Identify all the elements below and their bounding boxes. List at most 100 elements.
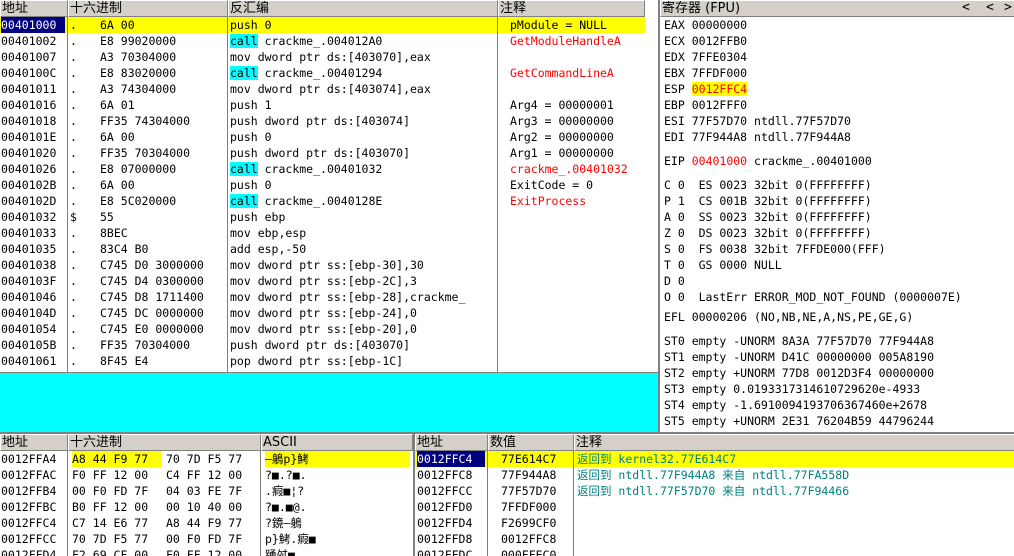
disasm-row[interactable]: 00401046. C745 D8 1711400 mov dword ptr ss… <box>0 289 645 305</box>
disasm-marker: . <box>70 114 77 128</box>
disasm-row[interactable]: 00401035. 83C4 B0 add esp,-50 <box>0 241 645 257</box>
flag-row[interactable]: C 0 ES 0023 32bit 0(FFFFFFFF) <box>664 177 872 193</box>
dump-col-header-hex[interactable]: 十六进制 <box>68 434 261 451</box>
col-header-address[interactable]: 地址 <box>0 0 68 17</box>
stack-row[interactable]: 0012FFCC 77F57D70 返回到 ntdll.77F57D70 来自 nt… <box>415 483 1014 499</box>
register-eax[interactable]: EAX 00000000 <box>664 17 754 33</box>
stack-row[interactable]: 0012FFD4 F2699CF0 <box>415 515 1014 531</box>
register-value[interactable]: 77F944A8 <box>692 130 747 144</box>
fpu-register-row[interactable]: ST1 empty -UNORM D41C 00000000 005A8190 <box>664 349 934 365</box>
disasm-row[interactable]: 00401002. E8 99020000 call crackme_.004012… <box>0 33 645 49</box>
dump-row[interactable]: 0012FFAC F0 FF 12 00 C4 FF 12 00 ?■.?■. <box>0 467 413 483</box>
cpu-disasm-pane[interactable]: 地址 十六进制 反汇编 注释 00401000. 6A 00 push 0 pModu… <box>0 0 645 372</box>
flag-row[interactable]: O 0 LastErr ERROR_MOD_NOT_FOUND (0000007… <box>664 289 962 305</box>
dump-row[interactable]: 0012FFCC 70 7D F5 77 00 F0 FD 7F p}鮳.瘕■ <box>0 531 413 547</box>
stack-col-header-comment[interactable]: 注释 <box>574 434 1014 451</box>
disasm-row[interactable]: 00401000. 6A 00 push 0 pModule = NULL <box>0 17 645 33</box>
dump-row[interactable]: 0012FFD4 F2 69 CF 00 F0 FF 12 00 踴舛■. <box>0 547 413 556</box>
dump-row[interactable]: 0012FFA4 A8 44 F9 77 70 7D F5 77 ―鵢p}鮳 <box>0 451 413 467</box>
register-ebp[interactable]: EBP 0012FFF0 <box>664 97 754 113</box>
register-eip[interactable]: EIP 00401000 crackme_.00401000 <box>664 153 872 169</box>
disasm-row[interactable]: 00401018. FF35 74304000 push dword ptr ds:… <box>0 113 645 129</box>
disasm-row[interactable]: 0040103F. C745 D4 0300000 mov dword ptr ss… <box>0 273 645 289</box>
disasm-marker: . <box>70 322 77 336</box>
stack-col-header-value[interactable]: 数值 <box>488 434 574 451</box>
flag-row[interactable]: T 0 GS 0000 NULL <box>664 257 782 273</box>
disasm-row[interactable]: 0040102B. 6A 00 push 0 ExitCode = 0 <box>0 177 645 193</box>
register-efl[interactable]: EFL 00000206 (NO,NB,NE,A,NS,PE,GE,G) <box>664 309 913 325</box>
flag-row[interactable]: S 0 FS 0038 32bit 7FFDE000(FFF) <box>664 241 886 257</box>
disasm-row[interactable]: 00401020. FF35 70304000 push dword ptr ds:… <box>0 145 645 161</box>
dump-row[interactable]: 0012FFBC B0 FF 12 00 00 10 40 00 ?■.■@. <box>0 499 413 515</box>
col-header-comment[interactable]: 注释 <box>498 0 645 17</box>
stack-row[interactable]: 0012FFDC 000FFEC0 <box>415 547 1014 556</box>
register-value[interactable]: 00000000 <box>692 18 747 32</box>
register-esp[interactable]: ESP 0012FFC4 <box>664 81 754 97</box>
register-esi[interactable]: ESI 77F57D70 ntdll.77F57D70 <box>664 113 851 129</box>
register-edx[interactable]: EDX 7FFE0304 <box>664 49 754 65</box>
call-keyword: call <box>230 194 258 208</box>
flag-row[interactable]: P 1 CS 001B 32bit 0(FFFFFFFF) <box>664 193 872 209</box>
fpu-register-row[interactable]: ST5 empty +UNORM 2E31 76204B59 44796244 <box>664 413 934 429</box>
disasm-marker: . <box>70 50 77 64</box>
disasm-row[interactable]: 0040105B. FF35 70304000 push dword ptr ds:… <box>0 337 645 353</box>
flag-row[interactable]: D 0 <box>664 273 685 289</box>
register-name: ESI <box>664 114 685 128</box>
disasm-instruction: mov dword ptr ss:[ebp-20],0 <box>230 322 417 336</box>
register-value[interactable]: 0012FFC4 <box>691 82 748 96</box>
register-value[interactable]: 00401000 <box>692 154 747 168</box>
stack-row[interactable]: 0012FFD8 0012FFC8 <box>415 531 1014 547</box>
fpu-register-row[interactable]: ST4 empty -1.6910094193706367460e+2678 <box>664 397 927 413</box>
dump-address: 0012FFB4 <box>1 484 57 498</box>
disasm-row[interactable]: 0040101E. 6A 00 push 0 Arg2 = 00000000 <box>0 129 645 145</box>
flag-row[interactable]: A 0 SS 0023 32bit 0(FFFFFFFF) <box>664 209 872 225</box>
disasm-row[interactable]: 0040100C. E8 83020000 call crackme_.004012… <box>0 65 645 81</box>
disasm-row[interactable]: 00401032 $55 push ebp <box>0 209 645 225</box>
fpu-register-row[interactable]: ST2 empty +UNORM 77D8 0012D3F4 00000000 <box>664 365 934 381</box>
register-pane[interactable]: 寄存器 (FPU) < < > EAX 00000000 ECX 0012FFB… <box>658 0 1014 432</box>
nav-left2-icon[interactable]: < <box>986 0 994 16</box>
register-value[interactable]: 0012FFF0 <box>692 98 747 112</box>
info-pane[interactable] <box>0 372 658 432</box>
fpu-register-row[interactable]: ST0 empty -UNORM 8A3A 77F57D70 77F944A8 <box>664 333 934 349</box>
disasm-row[interactable]: 0040104D. C745 DC 0000000 mov dword ptr ss… <box>0 305 645 321</box>
disasm-row[interactable]: 00401026. E8 07000000 call crackme_.004010… <box>0 161 645 177</box>
disasm-row[interactable]: 00401054. C745 E0 0000000 mov dword ptr ss… <box>0 321 645 337</box>
register-value[interactable]: 77F57D70 <box>692 114 747 128</box>
disasm-row[interactable]: 00401061. 8F45 E4 pop dword ptr ss:[ebp-1C… <box>0 353 645 369</box>
disasm-address: 00401016 <box>1 98 57 112</box>
stack-col-header-address[interactable]: 地址 <box>415 434 488 451</box>
disasm-row[interactable]: 0040102D. E8 5C020000 call crackme_.004012… <box>0 193 645 209</box>
disasm-row[interactable]: 00401007. A3 70304000 mov dword ptr ds:[40… <box>0 49 645 65</box>
fpu-register-row[interactable]: ST3 empty 0.0193317314610729620e-4933 <box>664 381 920 397</box>
stack-row[interactable]: 0012FFC4 77E614C7 返回到 kernel32.77E614C7 <box>415 451 1014 467</box>
flag-row[interactable]: Z 0 DS 0023 32bit 0(FFFFFFFF) <box>664 225 872 241</box>
register-extra: ntdll.77F57D70 <box>754 114 851 128</box>
register-value[interactable]: 0012FFB0 <box>692 34 747 48</box>
stack-value: 77F944A8 <box>501 468 557 482</box>
disasm-comment: Arg3 = 00000000 <box>510 114 614 128</box>
dump-col-header-ascii[interactable]: ASCII <box>261 434 413 451</box>
dump-row[interactable]: 0012FFC4 C7 14 E6 77 A8 44 F9 77 ?鏡―鵢 <box>0 515 413 531</box>
disasm-row[interactable]: 00401038. C745 D0 3000000 mov dword ptr ss… <box>0 257 645 273</box>
stack-pane[interactable]: 地址 数值 注释 0012FFC4 77E614C7 返回到 kernel32.77… <box>413 432 1014 556</box>
register-edi[interactable]: EDI 77F944A8 ntdll.77F944A8 <box>664 129 851 145</box>
stack-row[interactable]: 0012FFD0 7FFDF000 <box>415 499 1014 515</box>
disasm-row[interactable]: 00401033. 8BEC mov ebp,esp <box>0 225 645 241</box>
dump-col-header-address[interactable]: 地址 <box>0 434 68 451</box>
register-ebx[interactable]: EBX 7FFDF000 <box>664 65 754 81</box>
dump-row[interactable]: 0012FFB4 00 F0 FD 7F 04 03 FE 7F .瘕■¦? <box>0 483 413 499</box>
disasm-row[interactable]: 00401016. 6A 01 push 1 Arg4 = 00000001 <box>0 97 645 113</box>
disasm-row[interactable]: 00401011. A3 74304000 mov dword ptr ds:[40… <box>0 81 645 97</box>
register-ecx[interactable]: ECX 0012FFB0 <box>664 33 754 49</box>
nav-right-icon[interactable]: > <box>1004 0 1012 16</box>
memory-dump-pane[interactable]: 地址 十六进制 ASCII 0012FFA4 A8 44 F9 77 70 7D F… <box>0 432 413 556</box>
col-header-disasm[interactable]: 反汇编 <box>228 0 498 17</box>
nav-left-icon[interactable]: < <box>962 0 970 16</box>
col-header-hex[interactable]: 十六进制 <box>68 0 228 17</box>
dump-hex-group-2: 04 03 FE 7F <box>166 484 243 498</box>
stack-comment <box>577 531 1013 547</box>
register-value[interactable]: 7FFDF000 <box>692 66 747 80</box>
register-value[interactable]: 7FFE0304 <box>692 50 747 64</box>
stack-row[interactable]: 0012FFC8 77F944A8 返回到 ntdll.77F944A8 来自 nt… <box>415 467 1014 483</box>
